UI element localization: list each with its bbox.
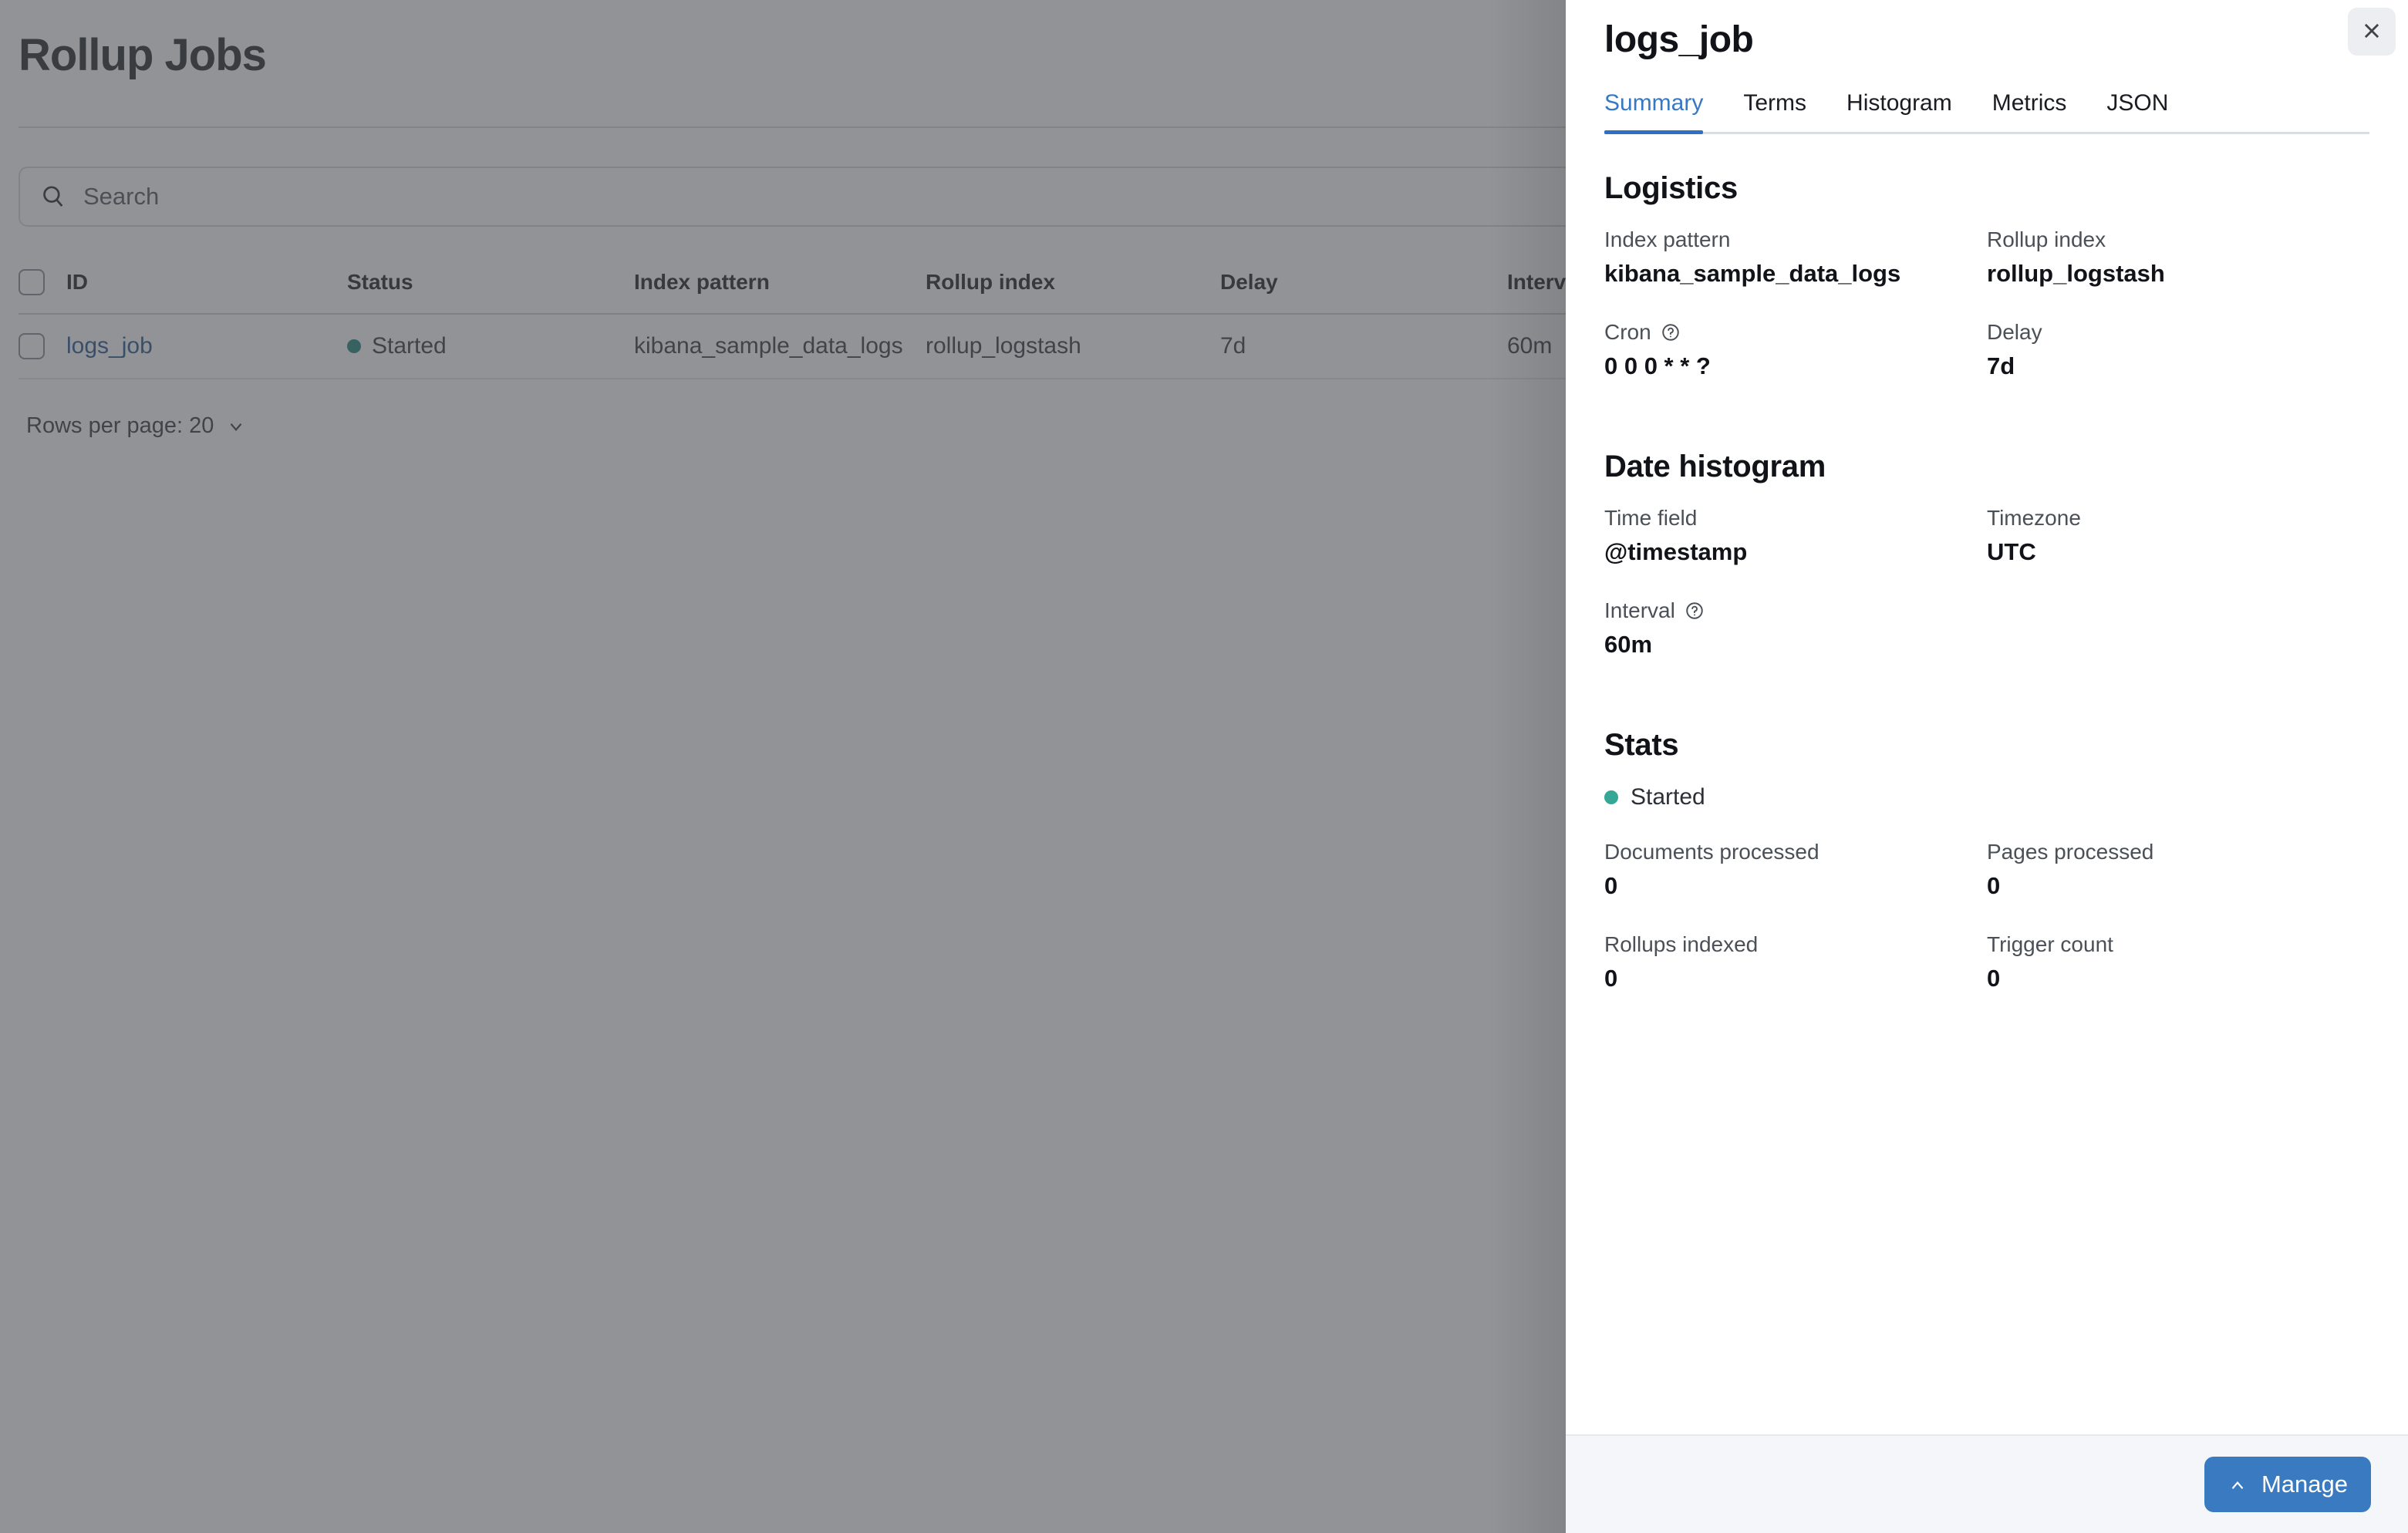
flyout-header: logs_job Summary Terms Histogram Metrics… [1566, 0, 2408, 134]
field-delay: Delay 7d [1987, 320, 2369, 380]
field-label-interval: Interval [1604, 598, 1987, 623]
help-icon[interactable] [1661, 322, 1681, 342]
field-documents-processed: Documents processed 0 [1604, 840, 1987, 900]
manage-button-label: Manage [2261, 1471, 2348, 1498]
field-value-delay: 7d [1987, 352, 2015, 379]
field-value-cron: 0 0 0 * * ? [1604, 352, 1711, 379]
section-title-logistics: Logistics [1604, 171, 1738, 205]
section-title-stats: Stats [1604, 728, 1679, 762]
stats-fields: Documents processed 0 Pages processed 0 … [1604, 840, 2369, 1025]
field-value-pages-processed: 0 [1987, 872, 2001, 899]
field-label-delay: Delay [1987, 320, 2042, 344]
section-title-date-histogram: Date histogram [1604, 450, 1826, 483]
field-label-trigger-count: Trigger count [1987, 932, 2113, 956]
tab-json[interactable]: JSON [2086, 90, 2188, 132]
field-trigger-count: Trigger count 0 [1987, 932, 2369, 992]
field-timezone: Timezone UTC [1987, 506, 2369, 566]
field-cron: Cron 0 0 0 * * ? [1604, 320, 1987, 380]
date-histogram-fields: Time field @timestamp Timezone UTC Inter… [1604, 506, 2369, 691]
field-pages-processed: Pages processed 0 [1987, 840, 2369, 900]
stats-status-label: Started [1631, 784, 1705, 810]
field-value-index-pattern: kibana_sample_data_logs [1604, 260, 1901, 287]
close-icon [2360, 19, 2383, 45]
field-label-rollups-indexed: Rollups indexed [1604, 932, 1759, 956]
field-label-timezone: Timezone [1987, 506, 2081, 530]
field-label-index-pattern: Index pattern [1604, 227, 1731, 251]
close-button[interactable] [2348, 8, 2396, 56]
help-icon[interactable] [1685, 601, 1705, 621]
logistics-fields: Index pattern kibana_sample_data_logs Ro… [1604, 227, 2369, 413]
field-label-interval-text: Interval [1604, 598, 1675, 622]
field-label-time-field: Time field [1604, 506, 1698, 530]
tab-summary[interactable]: Summary [1604, 90, 1723, 134]
field-label-rollup-index: Rollup index [1987, 227, 2106, 251]
flyout-title: logs_job [1604, 19, 1754, 60]
field-time-field: Time field @timestamp [1604, 506, 1987, 566]
field-value-rollups-indexed: 0 [1604, 965, 1618, 992]
manage-button[interactable]: Manage [2204, 1457, 2371, 1512]
tab-histogram[interactable]: Histogram [1826, 90, 1972, 132]
field-label-cron: Cron [1604, 320, 1987, 345]
field-label-pages-processed: Pages processed [1987, 840, 2154, 864]
field-rollup-index: Rollup index rollup_logstash [1987, 227, 2369, 288]
flyout-footer: Manage [1566, 1434, 2408, 1533]
field-spacer [1987, 598, 2369, 659]
stats-status-badge: Started [1604, 784, 2369, 810]
flyout-overlay-mask[interactable] [0, 0, 1566, 1533]
flyout-content-summary: Logistics Index pattern kibana_sample_da… [1566, 134, 2408, 1434]
field-label-cron-text: Cron [1604, 320, 1651, 344]
field-value-timezone: UTC [1987, 538, 2036, 565]
field-value-time-field: @timestamp [1604, 538, 1748, 565]
job-detail-flyout: logs_job Summary Terms Histogram Metrics… [1566, 0, 2408, 1533]
field-value-trigger-count: 0 [1987, 965, 2001, 992]
field-interval: Interval 60m [1604, 598, 1987, 659]
field-label-documents-processed: Documents processed [1604, 840, 1819, 864]
field-rollups-indexed: Rollups indexed 0 [1604, 932, 1987, 992]
field-value-rollup-index: rollup_logstash [1987, 260, 2165, 287]
chevron-up-icon [2228, 1474, 2248, 1494]
tab-metrics[interactable]: Metrics [1972, 90, 2087, 132]
field-value-documents-processed: 0 [1604, 872, 1618, 899]
field-index-pattern: Index pattern kibana_sample_data_logs [1604, 227, 1987, 288]
flyout-tabs: Summary Terms Histogram Metrics JSON [1604, 90, 2369, 134]
field-value-interval: 60m [1604, 631, 1653, 658]
tab-terms[interactable]: Terms [1723, 90, 1826, 132]
status-dot-icon [1604, 790, 1618, 804]
